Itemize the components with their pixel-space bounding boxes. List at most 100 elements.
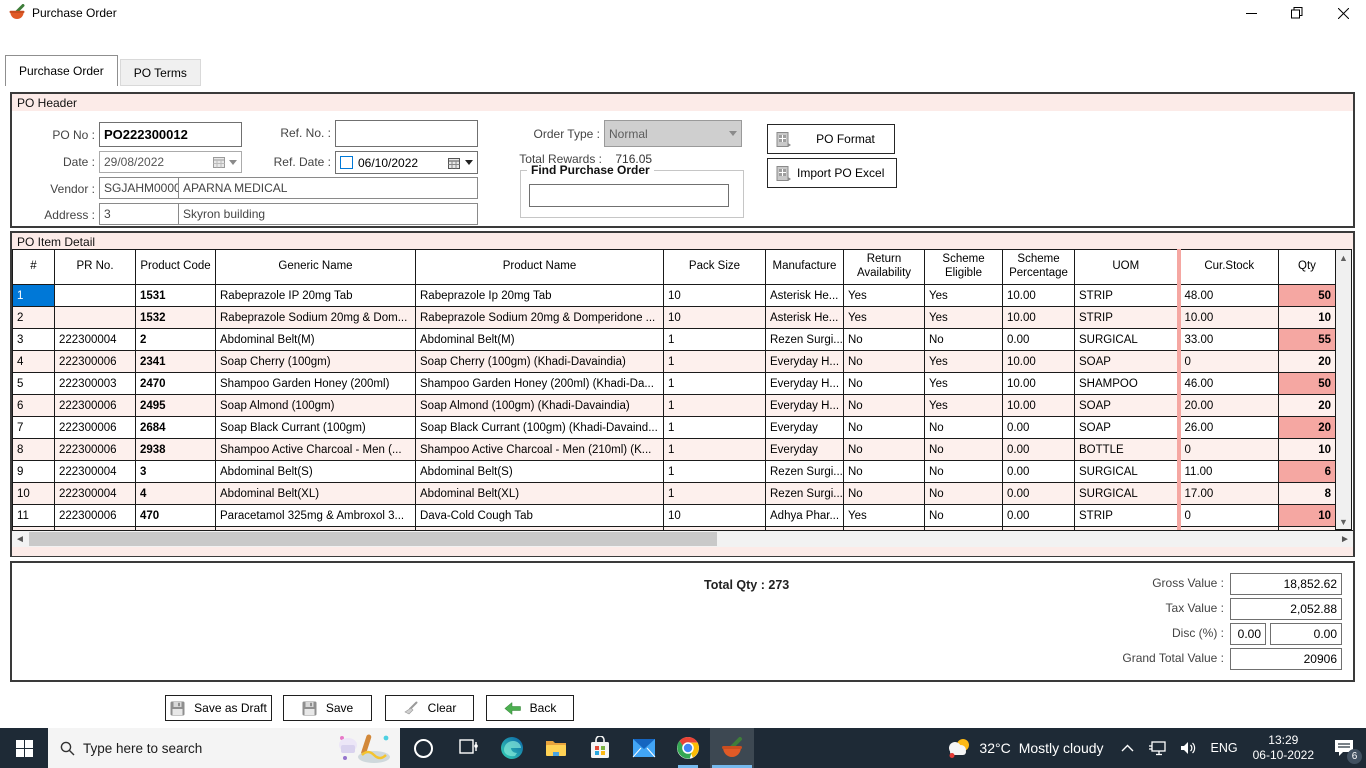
- cell-scheme-eligible[interactable]: No: [924, 438, 1003, 461]
- cell-scheme-percentage[interactable]: 0.00: [1002, 460, 1075, 483]
- cell-manufacture[interactable]: Rezen Surgi...: [765, 328, 844, 351]
- cell-product-name[interactable]: Soap Cherry (100gm) (Khadi-Davaindia): [415, 350, 664, 373]
- tray-network[interactable]: [1141, 728, 1173, 768]
- cell-qty[interactable]: 55: [1278, 328, 1336, 351]
- restore-button[interactable]: [1274, 0, 1320, 26]
- scrollbar-thumb[interactable]: [29, 532, 717, 546]
- tray-chevron[interactable]: [1114, 728, 1141, 768]
- cell-qty[interactable]: 20: [1278, 416, 1336, 439]
- cell-pack-size[interactable]: 1: [663, 438, 766, 461]
- import-po-excel-button[interactable]: Import PO Excel: [767, 158, 897, 188]
- disc-percent-field[interactable]: 0.00: [1230, 623, 1266, 645]
- save-button[interactable]: Save: [283, 695, 372, 721]
- cell-scheme-percentage[interactable]: 0.00: [1002, 328, 1075, 351]
- address-code-field[interactable]: 3: [99, 203, 179, 225]
- cell-qty[interactable]: 20: [1278, 350, 1336, 373]
- cell-scheme-eligible[interactable]: Yes: [924, 284, 1003, 307]
- cell-cur-stock[interactable]: 46.00: [1176, 372, 1279, 395]
- col-header-pack-size[interactable]: Pack Size: [663, 249, 766, 285]
- cell-generic-name[interactable]: Shampoo Active Charcoal - Men (...: [215, 438, 416, 461]
- cell-uom[interactable]: SOAP: [1074, 350, 1179, 373]
- disc-value-field[interactable]: 0.00: [1270, 623, 1342, 645]
- col-header-manufacture[interactable]: Manufacture: [765, 249, 844, 285]
- cell-uom[interactable]: STRIP: [1074, 504, 1179, 527]
- cell-product-code[interactable]: 4: [135, 482, 216, 505]
- cell-scheme-percentage[interactable]: 10.00: [1002, 350, 1075, 373]
- find-po-input[interactable]: [529, 184, 729, 207]
- cell-pr-no[interactable]: 222300006: [54, 438, 136, 461]
- cell-pr-no[interactable]: 222300004: [54, 482, 136, 505]
- cell-cur-stock[interactable]: 17.00: [1176, 482, 1279, 505]
- cell-pack-size[interactable]: 1: [663, 372, 766, 395]
- tab-purchase-order[interactable]: Purchase Order: [5, 55, 118, 86]
- vertical-scrollbar[interactable]: ▲ ▼: [1335, 249, 1352, 530]
- col-header-return-availability[interactable]: Return Availability: [843, 249, 925, 285]
- cell-pack-size[interactable]: 1: [663, 416, 766, 439]
- date-dropdown-caret[interactable]: [229, 159, 237, 165]
- ref-date-dropdown-caret[interactable]: [465, 160, 473, 165]
- cell-pack-size[interactable]: 1: [663, 328, 766, 351]
- cell-num[interactable]: 1: [12, 284, 55, 307]
- cell-scheme-eligible[interactable]: Yes: [924, 394, 1003, 417]
- cell-generic-name[interactable]: Shampoo Garden Honey (200ml): [215, 372, 416, 395]
- cell-cur-stock[interactable]: 33.00: [1176, 328, 1279, 351]
- cell-product-name[interactable]: Rabeprazole Sodium 20mg & Domperidone ..…: [415, 306, 664, 329]
- cell-uom[interactable]: SURGICAL: [1074, 482, 1179, 505]
- calendar-icon[interactable]: [213, 156, 225, 168]
- cell-scheme-percentage[interactable]: 0.00: [1002, 416, 1075, 439]
- cell-qty[interactable]: 20: [1278, 394, 1336, 417]
- cell-scheme-percentage[interactable]: 0.00: [1002, 504, 1075, 527]
- cell-return-availability[interactable]: No: [843, 416, 925, 439]
- cell-manufacture[interactable]: Everyday: [765, 438, 844, 461]
- col-header-generic-name[interactable]: Generic Name: [215, 249, 416, 285]
- address-field[interactable]: Skyron building: [178, 203, 478, 225]
- cell-pr-no[interactable]: 222300006: [54, 350, 136, 373]
- cell-product-code[interactable]: 1531: [135, 284, 216, 307]
- close-button[interactable]: [1320, 0, 1366, 26]
- search-input[interactable]: [83, 740, 328, 756]
- cell-product-name[interactable]: Shampoo Garden Honey (200ml) (Khadi-Da..…: [415, 372, 664, 395]
- cell-product-code[interactable]: 1532: [135, 306, 216, 329]
- cell-qty[interactable]: 10: [1278, 306, 1336, 329]
- cell-generic-name[interactable]: Abdominal Belt(M): [215, 328, 416, 351]
- cell-scheme-percentage[interactable]: 10.00: [1002, 372, 1075, 395]
- cell-generic-name[interactable]: Rabeprazole IP 20mg Tab: [215, 284, 416, 307]
- taskbar-file-explorer[interactable]: [534, 728, 578, 768]
- col-header-product-code[interactable]: Product Code: [135, 249, 216, 285]
- cell-manufacture[interactable]: Asterisk He...: [765, 306, 844, 329]
- cell-qty[interactable]: 6: [1278, 460, 1336, 483]
- cell-scheme-eligible[interactable]: Yes: [924, 350, 1003, 373]
- scroll-down-arrow[interactable]: ▼: [1336, 514, 1351, 529]
- taskbar-edge[interactable]: [490, 728, 534, 768]
- cell-generic-name[interactable]: Paracetamol 325mg & Ambroxol 3...: [215, 504, 416, 527]
- ref-date-field[interactable]: 06/10/2022: [335, 151, 478, 174]
- cell-qty[interactable]: 10: [1278, 438, 1336, 461]
- taskbar-store[interactable]: [578, 728, 622, 768]
- cell-qty[interactable]: 50: [1278, 284, 1336, 307]
- ref-date-checkbox[interactable]: [340, 156, 353, 169]
- cell-manufacture[interactable]: Rezen Surgi...: [765, 460, 844, 483]
- cell-uom[interactable]: SURGICAL: [1074, 460, 1179, 483]
- tax-value-field[interactable]: 2,052.88: [1230, 598, 1342, 620]
- cell-product-name[interactable]: Dava-Cold Cough Tab: [415, 504, 664, 527]
- cell-num[interactable]: 10: [12, 482, 55, 505]
- cell-qty[interactable]: 8: [1278, 482, 1336, 505]
- cell-scheme-eligible[interactable]: No: [924, 482, 1003, 505]
- cell-return-availability[interactable]: Yes: [843, 306, 925, 329]
- cell-product-code[interactable]: 2: [135, 328, 216, 351]
- cell-cur-stock[interactable]: 20.00: [1176, 394, 1279, 417]
- cell-uom[interactable]: SOAP: [1074, 416, 1179, 439]
- cell-uom[interactable]: SOAP: [1074, 394, 1179, 417]
- cell-num[interactable]: 8: [12, 438, 55, 461]
- tray-volume[interactable]: [1173, 728, 1204, 768]
- cell-manufacture[interactable]: Everyday H...: [765, 394, 844, 417]
- cell-pr-no[interactable]: 222300006: [54, 416, 136, 439]
- ref-no-field[interactable]: [335, 120, 478, 147]
- date-field[interactable]: 29/08/2022: [99, 151, 242, 173]
- calendar-icon[interactable]: [448, 157, 460, 169]
- cell-pack-size[interactable]: 1: [663, 350, 766, 373]
- cell-product-name[interactable]: Rabeprazole Ip 20mg Tab: [415, 284, 664, 307]
- minimize-button[interactable]: [1228, 0, 1274, 26]
- cell-pack-size[interactable]: 10: [663, 284, 766, 307]
- cell-cur-stock[interactable]: 0: [1176, 438, 1279, 461]
